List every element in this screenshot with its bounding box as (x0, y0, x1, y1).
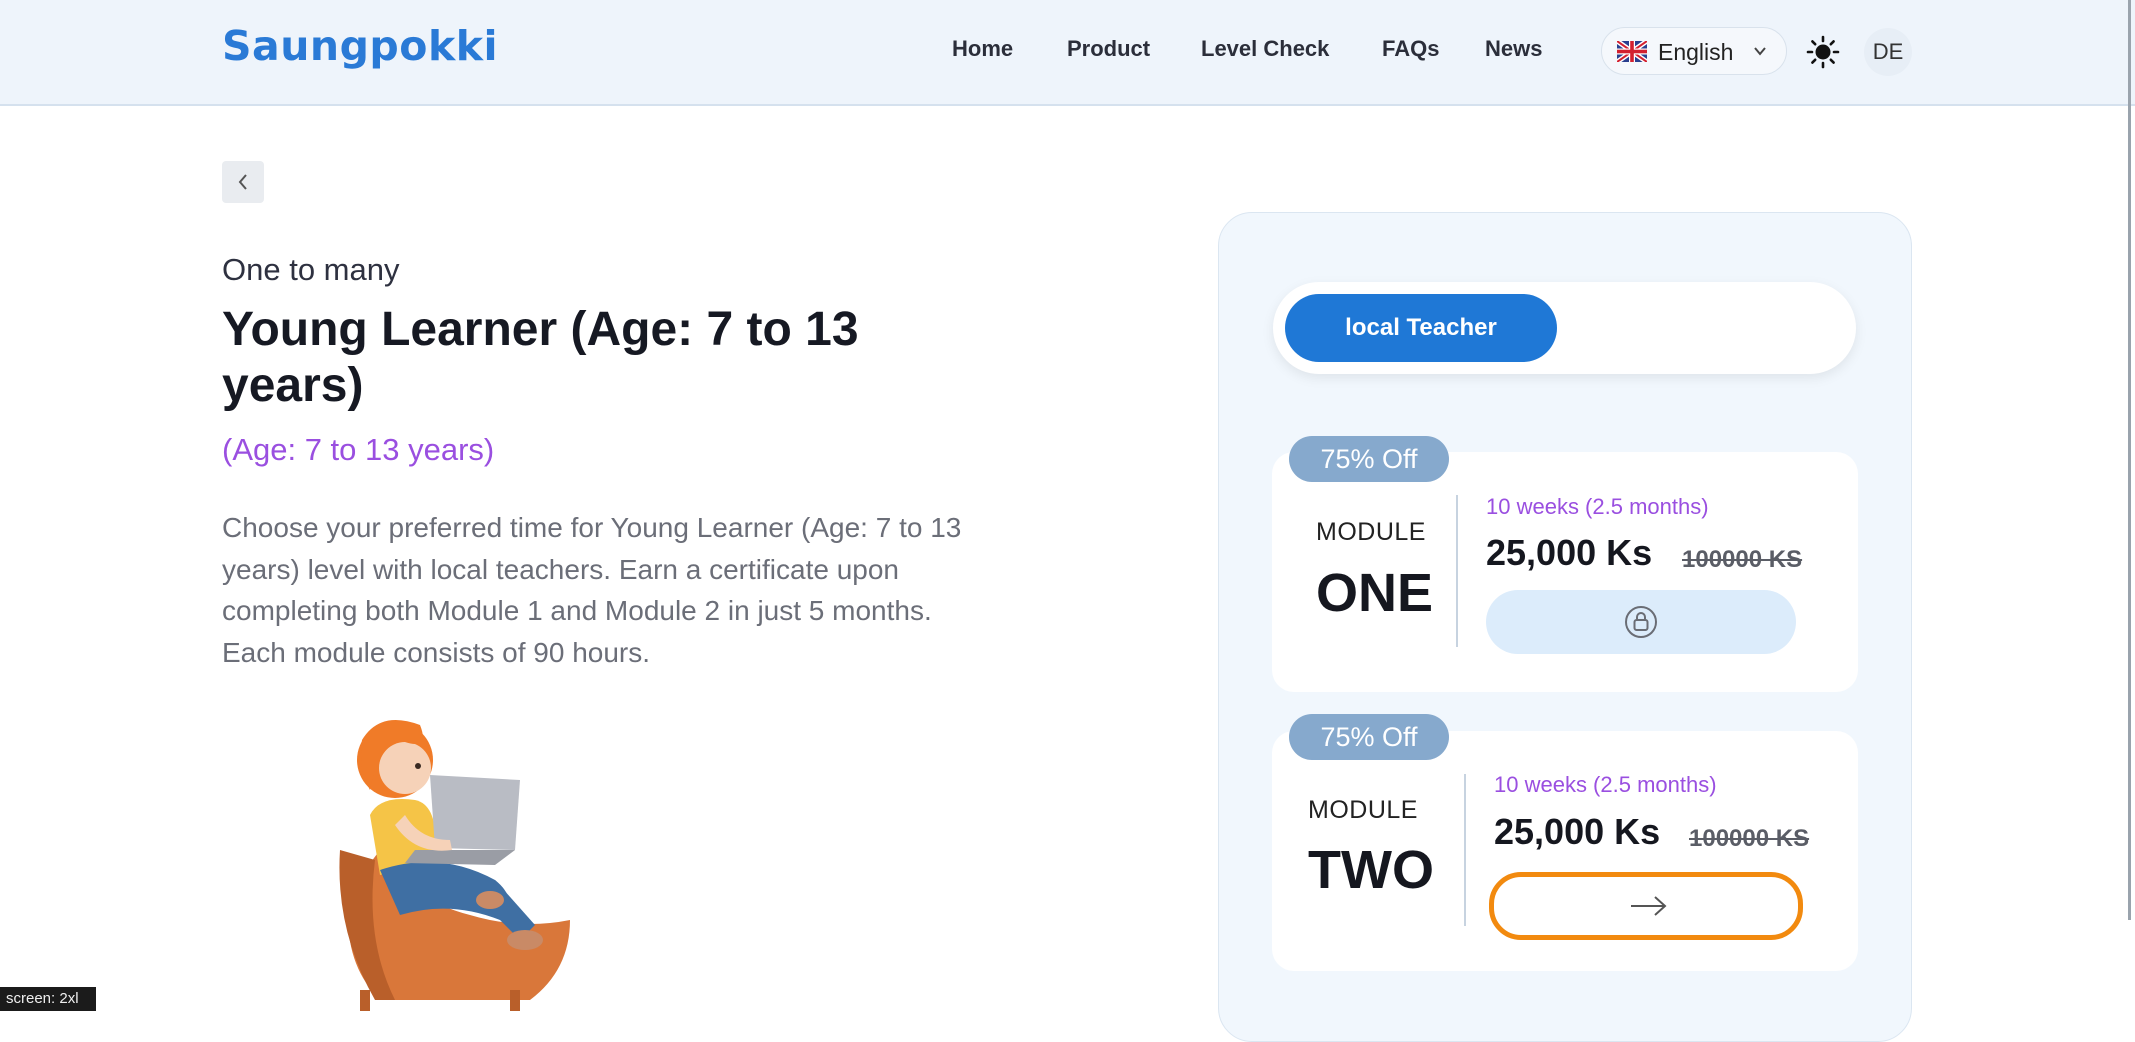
course-title: Young Learner (Age: 7 to 13 years) (222, 303, 859, 412)
module-number: ONE (1316, 563, 1434, 623)
discount-badge: 75% Off (1289, 714, 1449, 760)
arrow-right-icon (1631, 896, 1667, 916)
module-locked-button[interactable] (1486, 590, 1796, 654)
card-divider (1464, 774, 1466, 926)
uk-flag-icon (1617, 41, 1647, 62)
module-duration: 10 weeks (2.5 months) (1494, 772, 1717, 797)
chevron-down-icon (1754, 47, 1766, 56)
nav-home[interactable]: Home (952, 36, 1013, 62)
user-avatar-button[interactable]: DE (1864, 28, 1912, 76)
language-selector[interactable]: English (1601, 27, 1787, 75)
module-card: MODULE TWO 10 weeks (2.5 months) 25,000 … (1272, 731, 1858, 971)
theme-toggle-sun-icon[interactable] (1806, 35, 1840, 69)
lock-icon (1625, 606, 1657, 638)
module-duration: 10 weeks (2.5 months) (1486, 494, 1709, 519)
module-original-price: 100000 KS (1689, 825, 1810, 852)
chevron-left-icon (238, 174, 247, 190)
nav-level-check[interactable]: Level Check (1201, 36, 1329, 62)
student-laptop-illustration (339, 720, 570, 1011)
page-scrollbar[interactable] (2128, 0, 2131, 920)
discount-badge: 75% Off (1289, 436, 1449, 482)
top-navbar: Saungpokki Home Product Level Check FAQs… (0, 0, 2135, 106)
screen-size-indicator: screen: 2xl (0, 987, 96, 1011)
module-enroll-button[interactable] (1489, 872, 1803, 940)
module-price: 25,000 Ks (1486, 532, 1653, 573)
card-divider (1456, 495, 1458, 647)
nav-news[interactable]: News (1485, 36, 1542, 62)
nav-product[interactable]: Product (1067, 36, 1150, 62)
language-label: English (1658, 39, 1734, 65)
logo[interactable]: Saungpokki (222, 22, 498, 70)
module-label: MODULE (1316, 518, 1426, 546)
module-price: 25,000 Ks (1494, 811, 1661, 852)
tab-local-teacher[interactable]: local Teacher (1285, 294, 1557, 362)
module-number: TWO (1308, 840, 1434, 900)
course-age-range: (Age: 7 to 13 years) (222, 432, 495, 467)
module-original-price: 100000 KS (1682, 546, 1803, 573)
course-type: One to many (222, 252, 400, 287)
module-label: MODULE (1308, 796, 1418, 824)
nav-faqs[interactable]: FAQs (1382, 36, 1439, 62)
course-description: Choose your preferred time for Young Lea… (222, 512, 962, 668)
module-card: MODULE ONE 10 weeks (2.5 months) 25,000 … (1272, 452, 1858, 692)
back-button[interactable] (222, 161, 264, 203)
